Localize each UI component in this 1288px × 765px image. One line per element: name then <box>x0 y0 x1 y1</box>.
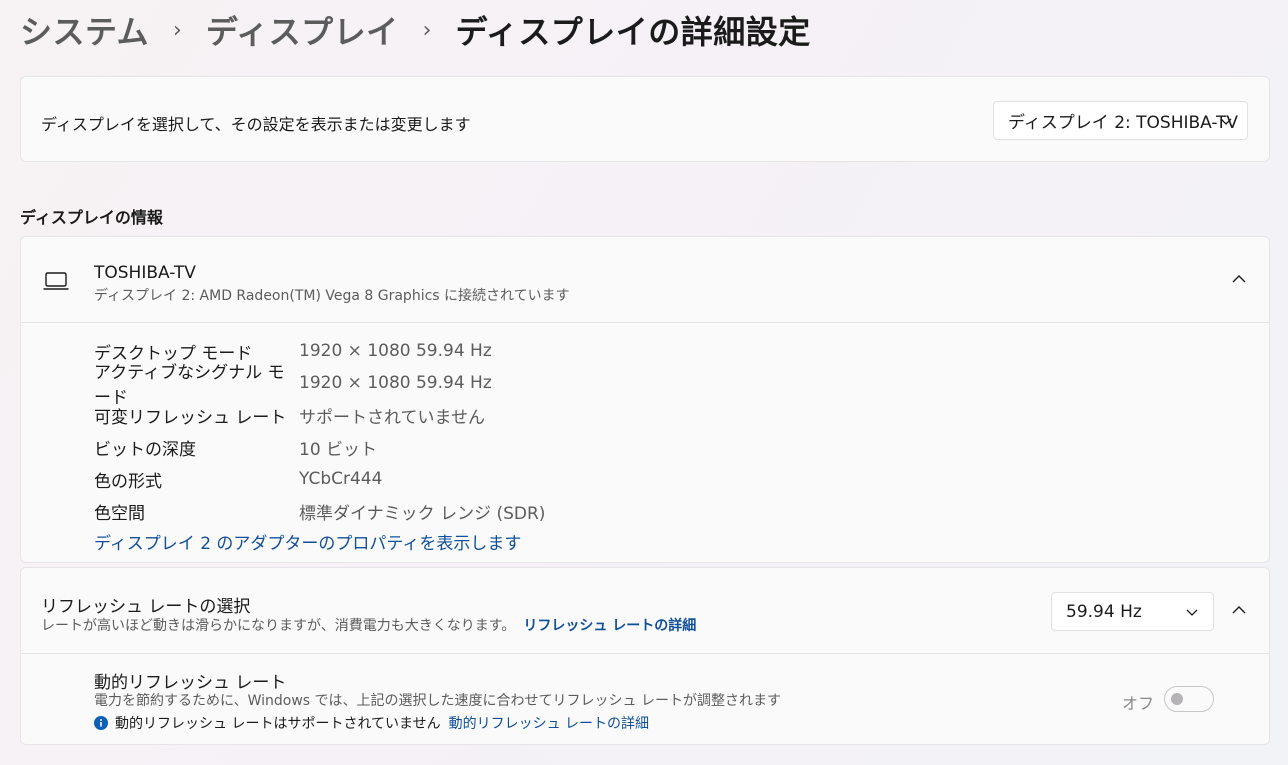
refresh-rate-details-link[interactable]: リフレッシュ レートの詳細 <box>523 618 696 634</box>
refresh-rate-dropdown[interactable]: 59.94 Hz <box>1051 592 1214 631</box>
property-key: ビットの深度 <box>94 439 196 460</box>
breadcrumb-system[interactable]: システム <box>20 7 149 53</box>
refresh-rate-card: リフレッシュ レートの選択 レートが高いほど動きは滑らかになりますが、消費電力も… <box>20 567 1270 745</box>
breadcrumb-separator: › <box>422 17 432 43</box>
adapter-properties-link[interactable]: ディスプレイ 2 のアダプターのプロパティを表示します <box>94 529 521 554</box>
chevron-up-icon[interactable] <box>1229 269 1249 289</box>
property-value: サポートされていません <box>299 407 485 428</box>
property-row: アクティブなシグナル モード 1920 × 1080 59.94 Hz <box>94 363 545 408</box>
property-key: アクティブなシグナル モード <box>94 363 285 408</box>
select-display-label: ディスプレイを選択して、その設定を表示または変更します <box>41 115 471 134</box>
divider <box>21 653 1269 654</box>
select-display-card: ディスプレイを選択して、その設定を表示または変更します ディスプレイ 2: TO… <box>20 76 1270 162</box>
display-select-dropdown[interactable]: ディスプレイ 2: TOSHIBA-TV <box>993 101 1248 140</box>
property-value: YCbCr444 <box>299 469 383 489</box>
property-value: 1920 × 1080 59.94 Hz <box>299 373 492 393</box>
property-row: 可変リフレッシュ レート サポートされていません <box>94 399 545 431</box>
breadcrumb: システム › ディスプレイ › ディスプレイの詳細設定 <box>20 8 811 52</box>
property-row: ビットの深度 10 ビット <box>94 431 545 463</box>
refresh-rate-value: 59.94 Hz <box>1066 601 1142 622</box>
display-info-header[interactable]: TOSHIBA-TV ディスプレイ 2: AMD Radeon(TM) Vega… <box>21 237 1269 323</box>
dynamic-refresh-toggle[interactable] <box>1164 686 1214 712</box>
display-properties: デスクトップ モード 1920 × 1080 59.94 Hz アクティブなシグ… <box>94 335 545 527</box>
property-value: 1920 × 1080 59.94 Hz <box>299 341 492 361</box>
chevron-down-icon <box>1186 609 1198 616</box>
toggle-knob <box>1171 693 1183 705</box>
dynamic-refresh-details-link[interactable]: 動的リフレッシュ レートの詳細 <box>449 713 649 733</box>
laptop-icon <box>43 272 69 290</box>
property-row: 色の形式 YCbCr444 <box>94 463 545 495</box>
display-select-value: ディスプレイ 2: TOSHIBA-TV <box>1008 113 1239 133</box>
chevron-up-icon[interactable] <box>1229 600 1249 620</box>
display-name: TOSHIBA-TV <box>94 263 196 283</box>
property-value: 10 ビット <box>299 439 378 460</box>
info-icon <box>94 716 108 730</box>
dynamic-refresh-note-text: 動的リフレッシュ レートはサポートされていません <box>115 716 441 732</box>
property-row: 色空間 標準ダイナミック レンジ (SDR) <box>94 495 545 527</box>
page-title: ディスプレイの詳細設定 <box>455 13 811 51</box>
property-key: 色の形式 <box>94 471 162 492</box>
chevron-down-icon <box>1220 118 1232 125</box>
dynamic-refresh-note: 動的リフレッシュ レートはサポートされていません 動的リフレッシュ レートの詳細 <box>94 713 649 733</box>
breadcrumb-display[interactable]: ディスプレイ <box>206 7 399 53</box>
refresh-rate-description-text: レートが高いほど動きは滑らかになりますが、消費電力も大きくなります。 <box>41 618 516 634</box>
refresh-rate-title: リフレッシュ レートの選択 <box>41 597 251 617</box>
dynamic-refresh-description: 電力を節約するために、Windows では、上記の選択した速度に合わせてリフレッ… <box>94 693 781 709</box>
property-key: 色空間 <box>94 503 145 524</box>
display-connection-subtitle: ディスプレイ 2: AMD Radeon(TM) Vega 8 Graphics… <box>94 288 570 304</box>
property-key: 可変リフレッシュ レート <box>94 407 287 428</box>
display-info-card: TOSHIBA-TV ディスプレイ 2: AMD Radeon(TM) Vega… <box>20 236 1270 563</box>
property-value: 標準ダイナミック レンジ (SDR) <box>299 503 546 524</box>
breadcrumb-separator: › <box>173 17 182 43</box>
refresh-rate-description: レートが高いほど動きは滑らかになりますが、消費電力も大きくなります。 リフレッシュ… <box>41 615 696 635</box>
toggle-state-label: オフ <box>1122 694 1155 713</box>
display-info-section-title: ディスプレイの情報 <box>20 208 163 227</box>
